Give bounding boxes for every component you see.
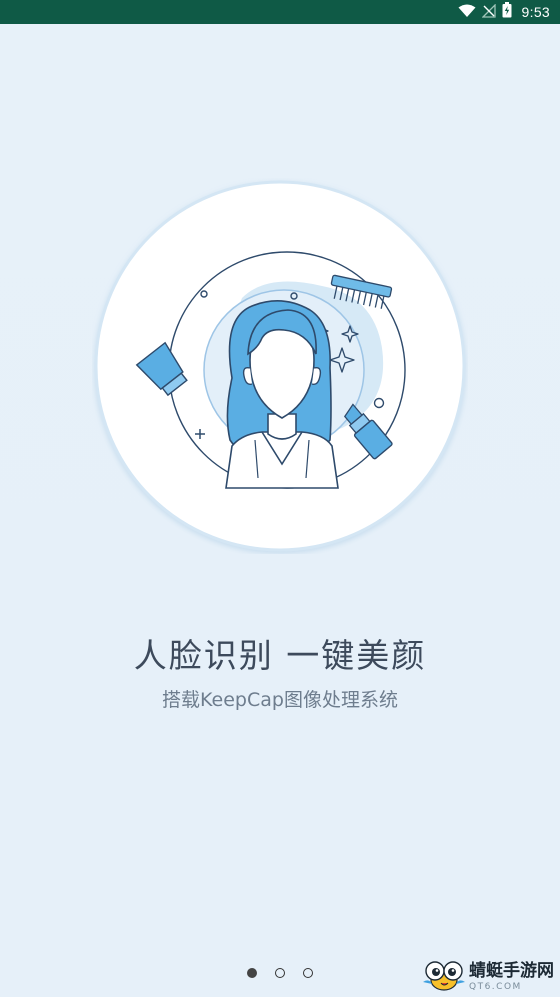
watermark-url: QT6.COM	[469, 981, 522, 992]
woman-portrait-icon	[225, 300, 339, 489]
dragonfly-logo-icon	[421, 958, 467, 996]
page-title: 人脸识别 一键美颜	[133, 636, 427, 675]
page-indicator-dot-2[interactable]	[275, 968, 285, 978]
page-subtitle: 搭载KeepCap图像处理系统	[162, 689, 398, 711]
onboarding-page[interactable]: 人脸识别 一键美颜 搭载KeepCap图像处理系统 蜻蜓手游网 QT6.COM	[0, 24, 560, 997]
status-time: 9:53	[521, 4, 550, 20]
status-bar: 9:53	[0, 0, 560, 24]
watermark-text: 蜻蜓手游网 QT6.COM	[469, 960, 554, 992]
signal-icon	[480, 2, 496, 22]
status-icons: 9:53	[458, 0, 550, 24]
illustration	[94, 180, 466, 552]
watermark-title: 蜻蜓手游网	[469, 960, 554, 981]
page-indicator-dot-3[interactable]	[303, 968, 313, 978]
page-indicator-dot-1[interactable]	[247, 968, 257, 978]
watermark: 蜻蜓手游网 QT6.COM	[421, 960, 554, 994]
battery-icon	[502, 2, 512, 22]
wifi-icon	[458, 3, 476, 22]
